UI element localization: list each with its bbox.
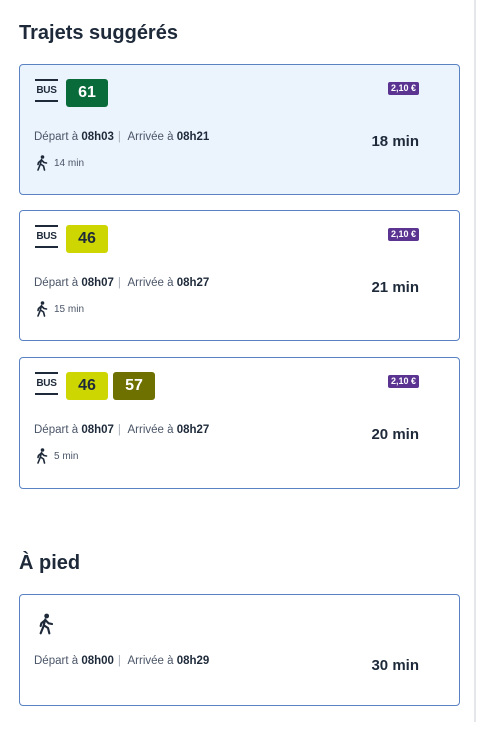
line-badge-61: 61 <box>66 79 108 107</box>
route-duration: 18 min <box>371 133 419 150</box>
bus-mode-icon: BUS <box>35 372 58 395</box>
line-badge-46: 46 <box>66 225 108 253</box>
route-duration: 21 min <box>371 279 419 296</box>
route-card-3[interactable]: BUS 46 57 2,10 € Départ à 08h07 | Arrivée… <box>19 357 460 489</box>
suggested-routes-title: Trajets suggérés <box>19 22 178 44</box>
arrive-label: Arrivée à <box>127 131 174 143</box>
walk-duration: 14 min <box>54 157 85 169</box>
scrollbar-track[interactable] <box>474 0 476 722</box>
line-badge-46: 46 <box>66 372 108 400</box>
walking-person-icon <box>37 448 48 464</box>
bus-mode-icon: BUS <box>35 225 58 248</box>
arrive-time: 08h27 <box>176 277 210 289</box>
arrive-time: 08h27 <box>176 424 210 436</box>
depart-label: Départ à <box>34 131 79 143</box>
itinerary-panel: Trajets suggérés BUS 61 2,10 € Départ à … <box>0 0 475 730</box>
walk-duration: 15 min <box>54 303 85 315</box>
price-badge: 2,10 € <box>387 375 419 388</box>
walk-info: 15 min <box>36 301 84 317</box>
walking-person-icon <box>39 613 54 635</box>
route-duration: 20 min <box>371 426 419 443</box>
route-times: Départ à 08h03 | Arrivée à 08h21 <box>34 131 209 143</box>
arrive-time: 08h29 <box>176 655 210 667</box>
route-times: Départ à 08h07 | Arrivée à 08h27 <box>34 424 209 436</box>
walk-info: 5 min <box>36 448 78 464</box>
line-badge-57: 57 <box>113 372 155 400</box>
arrive-time: 08h21 <box>176 131 210 143</box>
arrive-label: Arrivée à <box>127 424 174 436</box>
route-card-2[interactable]: BUS 46 2,10 € Départ à 08h07 | Arrivée à … <box>19 210 460 341</box>
bus-mode-icon: BUS <box>35 79 58 102</box>
separator: | <box>117 424 121 436</box>
separator: | <box>117 277 121 289</box>
price-badge: 2,10 € <box>387 228 419 241</box>
route-times: Départ à 08h00 | Arrivée à 08h29 <box>34 655 209 667</box>
price-badge: 2,10 € <box>387 82 419 95</box>
walking-person-icon <box>37 301 48 317</box>
walk-duration: 5 min <box>54 450 79 462</box>
route-card-1[interactable]: BUS 61 2,10 € Départ à 08h03 | Arrivée à … <box>19 64 460 195</box>
route-duration: 30 min <box>371 657 419 674</box>
depart-label: Départ à <box>34 424 79 436</box>
depart-time: 08h00 <box>81 655 114 667</box>
depart-time: 08h07 <box>81 424 114 436</box>
route-times: Départ à 08h07 | Arrivée à 08h27 <box>34 277 209 289</box>
depart-time: 08h07 <box>81 277 114 289</box>
arrive-label: Arrivée à <box>127 655 174 667</box>
depart-time: 08h03 <box>81 131 114 143</box>
walking-person-icon <box>37 155 48 171</box>
separator: | <box>117 655 121 667</box>
depart-label: Départ à <box>34 655 79 667</box>
separator: | <box>117 131 121 143</box>
depart-label: Départ à <box>34 277 79 289</box>
on-foot-title: À pied <box>19 552 81 574</box>
arrive-label: Arrivée à <box>127 277 174 289</box>
walking-route-card[interactable]: Départ à 08h00 | Arrivée à 08h29 30 min <box>19 594 460 706</box>
walk-info: 14 min <box>36 155 84 171</box>
